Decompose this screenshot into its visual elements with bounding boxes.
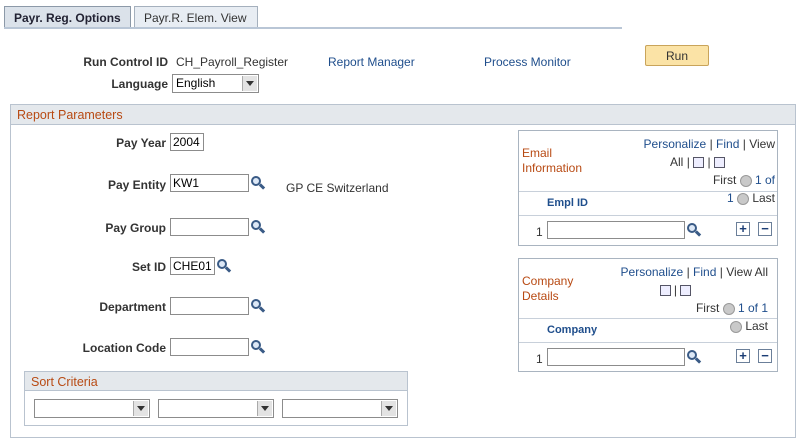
separator: | bbox=[709, 137, 713, 151]
email-grid-title: Email Information bbox=[522, 146, 582, 176]
sort-criteria-select-3[interactable] bbox=[282, 399, 398, 418]
pay-year-input[interactable]: 2004 bbox=[170, 133, 204, 151]
lookup-pay-entity-icon[interactable] bbox=[251, 176, 266, 190]
lookup-empl-id-icon[interactable] bbox=[687, 223, 702, 237]
pay-group-label: Pay Group bbox=[105, 221, 166, 235]
personalize-link[interactable]: Personalize bbox=[621, 265, 684, 279]
tab-underline bbox=[4, 27, 622, 29]
title-line: Information bbox=[522, 161, 583, 175]
pay-entity-description: GP CE Switzerland bbox=[286, 181, 389, 195]
separator: | bbox=[707, 155, 711, 169]
last-label[interactable]: Last bbox=[745, 319, 768, 333]
process-monitor-link[interactable]: Process Monitor bbox=[484, 55, 571, 69]
tab-label: Payr.R. Elem. View bbox=[144, 11, 247, 25]
column-header-empl-id: Empl ID bbox=[547, 197, 588, 209]
add-row-button[interactable]: + bbox=[736, 349, 750, 363]
report-manager-link[interactable]: Report Manager bbox=[328, 55, 415, 69]
divider bbox=[519, 215, 777, 216]
lookup-department-icon[interactable] bbox=[251, 299, 266, 313]
lookup-location-code-icon[interactable] bbox=[251, 340, 266, 354]
lookup-company-icon[interactable] bbox=[687, 350, 702, 364]
set-id-input[interactable]: CHE01 bbox=[170, 257, 215, 275]
delete-row-button[interactable]: − bbox=[758, 222, 772, 236]
view-all-link[interactable]: View All bbox=[726, 265, 768, 279]
download-grid-icon[interactable] bbox=[713, 157, 725, 169]
tab-label: Payr. Reg. Options bbox=[14, 11, 121, 25]
new-window-icon[interactable] bbox=[693, 157, 705, 169]
find-link[interactable]: Find bbox=[693, 265, 716, 279]
new-window-icon[interactable] bbox=[659, 285, 671, 297]
email-grid-nav: Personalize | Find | View All | | First … bbox=[603, 135, 775, 207]
pay-year-label: Pay Year bbox=[116, 136, 166, 150]
previous-icon[interactable] bbox=[739, 174, 752, 187]
set-id-label: Set ID bbox=[131, 260, 166, 274]
last-label[interactable]: Last bbox=[752, 191, 775, 205]
department-label: Department bbox=[99, 300, 166, 314]
pay-entity-input[interactable]: KW1 bbox=[170, 174, 249, 192]
separator: | bbox=[742, 137, 746, 151]
tab-payr-reg-options[interactable]: Payr. Reg. Options bbox=[4, 6, 131, 28]
next-icon[interactable] bbox=[729, 320, 742, 333]
separator: | bbox=[719, 265, 723, 279]
title-line: Email bbox=[522, 146, 553, 160]
report-parameters-title: Report Parameters bbox=[11, 105, 795, 125]
location-code-input[interactable] bbox=[170, 338, 249, 356]
first-label[interactable]: First bbox=[696, 301, 719, 315]
tab-payr-elem-view[interactable]: Payr.R. Elem. View bbox=[134, 6, 258, 28]
divider bbox=[519, 342, 777, 343]
location-code-label: Location Code bbox=[82, 341, 166, 355]
chevron-down-icon bbox=[381, 401, 396, 416]
company-grid-title: Company Details bbox=[522, 274, 573, 304]
first-label[interactable]: First bbox=[713, 173, 736, 187]
sort-criteria-select-1[interactable] bbox=[34, 399, 150, 418]
run-button[interactable]: Run bbox=[645, 45, 709, 66]
previous-icon[interactable] bbox=[722, 302, 735, 315]
add-row-button[interactable]: + bbox=[736, 222, 750, 236]
lookup-pay-group-icon[interactable] bbox=[251, 220, 266, 234]
company-input[interactable] bbox=[547, 348, 685, 366]
delete-row-button[interactable]: − bbox=[758, 349, 772, 363]
chevron-down-icon bbox=[242, 76, 257, 91]
sort-criteria-select-2[interactable] bbox=[158, 399, 274, 418]
find-link[interactable]: Find bbox=[716, 137, 739, 151]
pay-group-input[interactable] bbox=[170, 218, 249, 236]
run-control-label: Run Control ID bbox=[83, 55, 168, 69]
download-grid-icon[interactable] bbox=[680, 285, 692, 297]
column-header-company: Company bbox=[547, 324, 598, 336]
view-all-link[interactable]: All bbox=[670, 155, 683, 169]
language-label: Language bbox=[111, 77, 168, 91]
company-grid-nav: Personalize | Find | View All | First 1 … bbox=[590, 263, 768, 335]
empl-id-input[interactable] bbox=[547, 221, 685, 239]
row-number: 1 bbox=[536, 352, 543, 366]
title-line: Details bbox=[522, 289, 559, 303]
separator: | bbox=[686, 265, 690, 279]
row-range: 1 of 1 bbox=[737, 301, 768, 315]
personalize-link[interactable]: Personalize bbox=[644, 137, 707, 151]
sort-criteria-title: Sort Criteria bbox=[25, 372, 407, 391]
lookup-set-id-icon[interactable] bbox=[217, 259, 232, 273]
divider bbox=[519, 191, 777, 192]
chevron-down-icon bbox=[133, 401, 148, 416]
next-icon[interactable] bbox=[736, 192, 749, 205]
language-select[interactable]: English bbox=[172, 74, 259, 93]
divider bbox=[519, 318, 777, 319]
row-range: 1 of bbox=[754, 173, 775, 187]
separator: | bbox=[673, 283, 677, 297]
run-control-value: CH_Payroll_Register bbox=[176, 55, 289, 69]
pay-entity-label: Pay Entity bbox=[107, 178, 166, 192]
department-input[interactable] bbox=[170, 297, 249, 315]
row-number: 1 bbox=[536, 225, 543, 239]
row-range-end: 1 bbox=[726, 191, 734, 205]
language-value: English bbox=[176, 76, 216, 90]
chevron-down-icon bbox=[257, 401, 272, 416]
view-link[interactable]: View bbox=[749, 137, 775, 151]
title-line: Company bbox=[522, 274, 574, 288]
separator: | bbox=[686, 155, 690, 169]
